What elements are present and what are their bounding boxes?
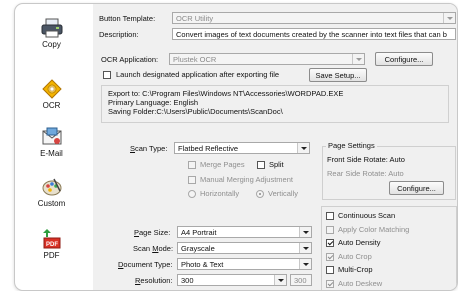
chevron-down-icon (352, 54, 364, 64)
launch-app-label: Launch designated application after expo… (116, 70, 280, 79)
chevron-down-icon (299, 259, 311, 269)
sidebar-item-email[interactable]: E-Mail (15, 127, 88, 158)
scan-mode-value: Grayscale (181, 244, 215, 253)
option-label: Auto Deskew (338, 279, 383, 288)
document-type-dropdown[interactable]: Photo & Text (177, 258, 312, 270)
description-value: Convert images of text documents created… (176, 30, 447, 39)
option-label: Apply Color Matching (338, 225, 410, 234)
vertically-label: Vertically (268, 189, 299, 198)
sidebar-item-label: E-Mail (40, 149, 63, 158)
horizontally-label: Horizontally (200, 189, 240, 198)
export-info-box: Export to: C:\Program Files\Windows NT\A… (101, 85, 449, 123)
primary-language-text: Primary Language: English (108, 98, 199, 107)
option-label: Multi-Crop (338, 265, 373, 274)
template-dropdown[interactable]: OCR Utility (172, 12, 456, 24)
saving-folder-text: Saving Folder:C:\Users\Public\Documents\… (108, 107, 283, 116)
scan-type-dropdown[interactable]: Flatbed Reflective (174, 142, 310, 154)
export-path-text: Export to: C:\Program Files\Windows NT\A… (108, 89, 344, 98)
email-icon (41, 127, 63, 147)
page-settings-configure-button[interactable]: Configure... (389, 181, 444, 195)
page-size-dropdown[interactable]: A4 Portrait (177, 226, 312, 238)
option-checkbox[interactable] (326, 280, 334, 288)
option-label: Auto Density (338, 238, 381, 247)
option-checkbox[interactable] (326, 226, 334, 234)
scan-mode-label: Scan Mode: (133, 244, 174, 253)
sidebar-item-label: PDF (43, 251, 60, 260)
manual-merge-label: Manual Merging Adjustment (200, 175, 293, 184)
sidebar-item-label: OCR (42, 101, 61, 110)
horizontally-radio[interactable] (188, 190, 196, 198)
page-size-label: Page Size: (134, 228, 171, 237)
split-label: Split (269, 160, 284, 169)
vertically-radio[interactable] (256, 190, 264, 198)
scan-type-value: Flatbed Reflective (178, 144, 239, 153)
sidebar-item-custom[interactable]: Custom (15, 177, 88, 208)
chevron-down-icon (443, 13, 455, 23)
page-size-value: A4 Portrait (181, 228, 217, 237)
template-label: Button Template: (99, 14, 156, 23)
resolution-dropdown[interactable]: 300 (177, 274, 287, 286)
document-type-value: Photo & Text (181, 260, 224, 269)
option-label: Continuous Scan (338, 211, 396, 220)
option-checkbox[interactable] (326, 266, 334, 274)
launch-app-checkbox[interactable] (103, 71, 111, 79)
front-rotate-text: Front Side Rotate: Auto (327, 155, 405, 164)
ocr-app-label: OCR Application: (101, 55, 159, 64)
merge-pages-checkbox[interactable] (188, 161, 196, 169)
button-sidebar: Copy OCR E-Mail Custom PDF PDF (15, 4, 88, 290)
pdf-icon: PDF (41, 229, 63, 249)
description-field[interactable]: Convert images of text documents created… (172, 28, 456, 40)
manual-merge-checkbox[interactable] (188, 176, 196, 184)
split-checkbox[interactable] (257, 161, 265, 169)
sidebar-item-ocr[interactable]: OCR (15, 79, 88, 110)
resolution-value: 300 (181, 276, 194, 285)
merge-pages-label: Merge Pages (200, 160, 245, 169)
sidebar-item-pdf[interactable]: PDF PDF (15, 229, 88, 260)
save-setup-button[interactable]: Save Setup... (309, 68, 367, 82)
ocr-configure-button[interactable]: Configure... (375, 52, 433, 66)
option-checkbox[interactable] (326, 212, 334, 220)
template-value: OCR Utility (176, 14, 214, 23)
sidebar-item-label: Copy (42, 40, 61, 49)
chevron-down-icon (299, 243, 311, 253)
option-checkbox[interactable] (326, 239, 334, 247)
option-label: Auto Crop (338, 252, 372, 261)
app-window: Copy OCR E-Mail Custom PDF PDF Button Te… (14, 3, 458, 291)
custom-palette-icon (41, 177, 63, 197)
resolution-secondary-value: 300 (294, 276, 307, 285)
scan-mode-dropdown[interactable]: Grayscale (177, 242, 312, 254)
settings-panel: Button Template: OCR Utility Description… (93, 4, 457, 290)
chevron-down-icon (299, 227, 311, 237)
svg-text:PDF: PDF (46, 242, 58, 248)
scan-type-label: Scan Type: (130, 144, 168, 153)
option-checkbox[interactable] (326, 253, 334, 261)
chevron-down-icon (297, 143, 309, 153)
sidebar-item-copy[interactable]: Copy (15, 18, 88, 49)
resolution-label: Resolution: (135, 276, 173, 285)
document-type-label: Document Type: (118, 260, 173, 269)
description-label: Description: (99, 30, 139, 39)
page-settings-title: Page Settings (326, 141, 377, 150)
printer-icon (41, 18, 63, 38)
rear-rotate-text: Rear Side Rotate: Auto (327, 169, 404, 178)
ocr-app-value: Plustek OCR (173, 55, 217, 64)
ocr-app-dropdown[interactable]: Plustek OCR (169, 53, 365, 65)
resolution-secondary-field[interactable]: 300 (290, 274, 312, 286)
ocr-icon (41, 79, 63, 99)
chevron-down-icon (274, 275, 286, 285)
sidebar-item-label: Custom (37, 199, 66, 208)
